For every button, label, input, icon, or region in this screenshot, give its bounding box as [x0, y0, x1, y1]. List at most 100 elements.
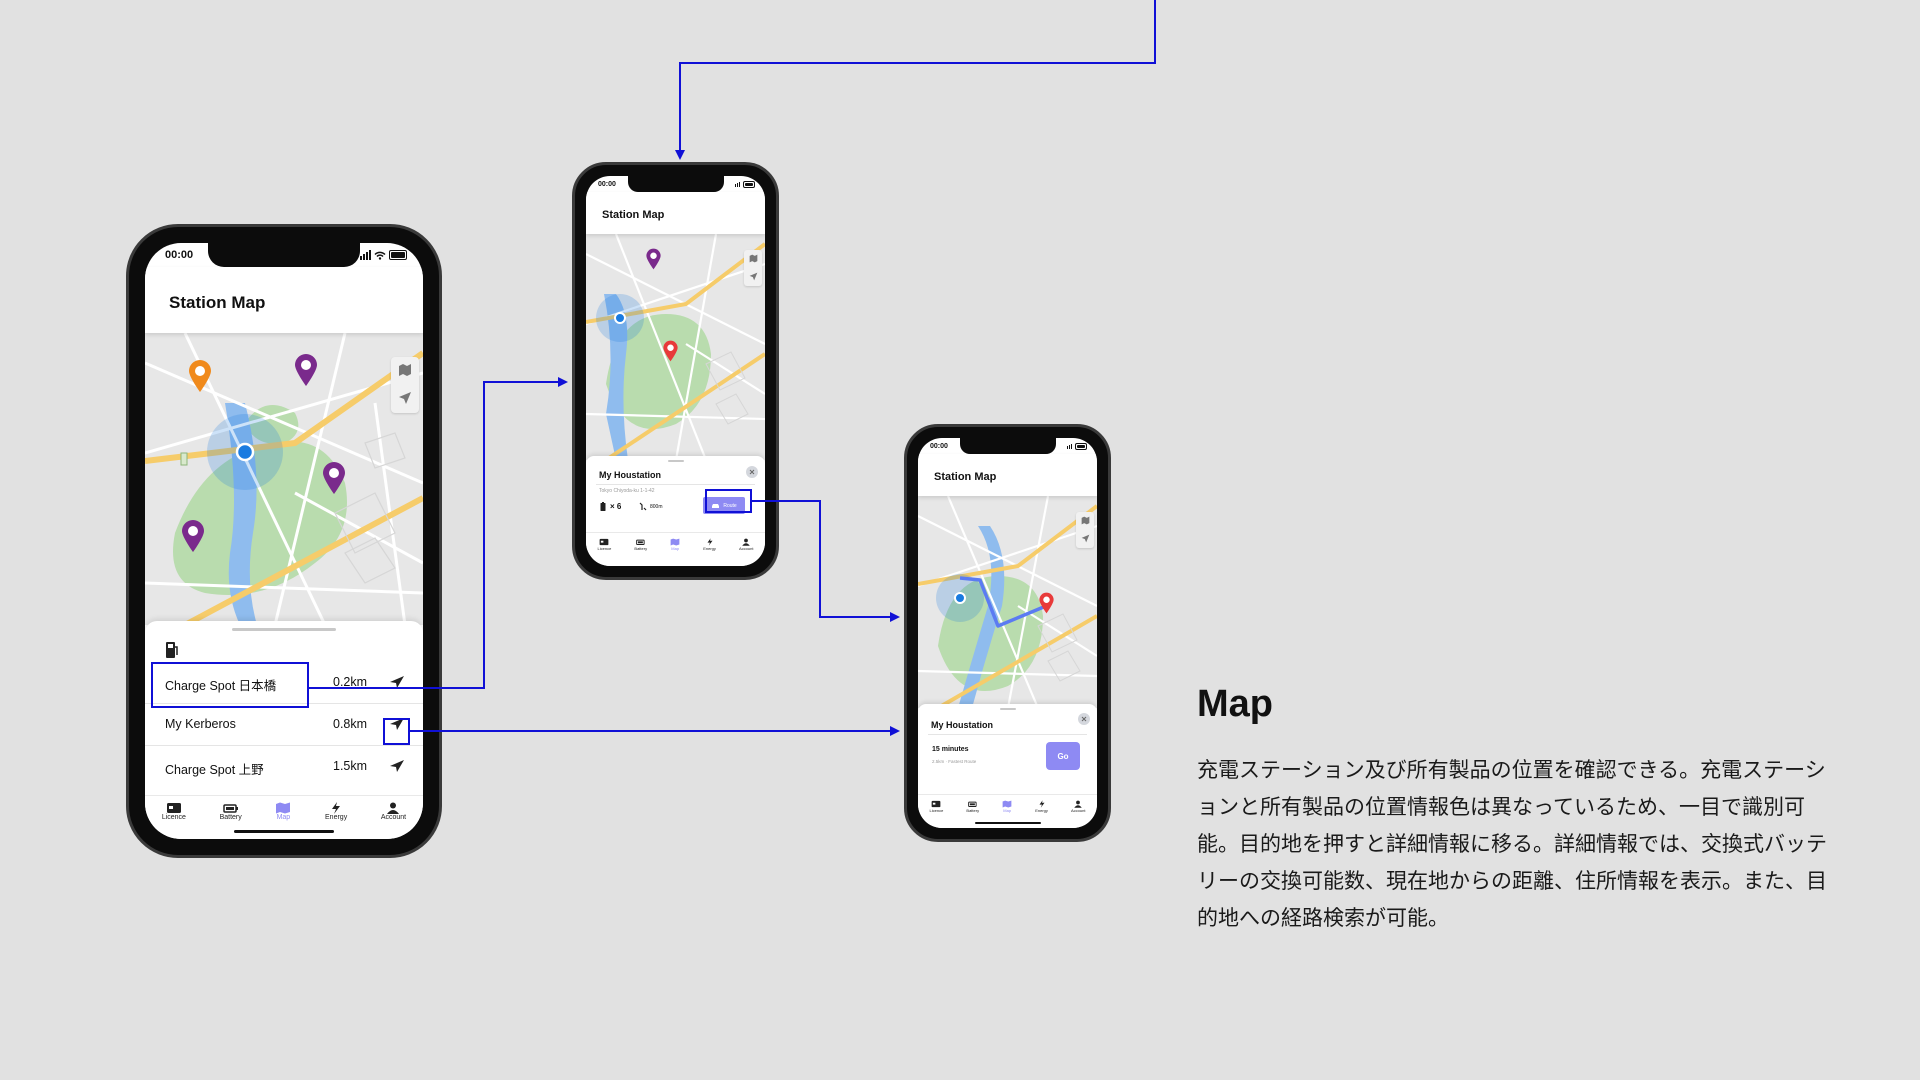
- divider: [928, 734, 1087, 735]
- go-button[interactable]: Go: [1046, 742, 1080, 770]
- licence-icon: [600, 538, 609, 546]
- app-bar: Station Map: [918, 454, 1097, 496]
- map-controls: [391, 357, 419, 413]
- map-tab-icon: [670, 538, 680, 546]
- app-bar: Station Map: [586, 192, 765, 234]
- phone-station-list: 00:00 Station Map Charge Spot 日本橋 0.2km …: [126, 224, 442, 858]
- highlight-route-button: [705, 489, 752, 513]
- signal-icon: [1067, 443, 1072, 449]
- tab-licence[interactable]: Licence: [597, 538, 612, 566]
- section-description: 充電ステーション及び所有製品の位置を確認できる。充電ステーションと所有製品の位置…: [1197, 759, 1827, 930]
- highlight-navigate-icon: [383, 718, 410, 745]
- locate-arrow-icon[interactable]: [1081, 534, 1090, 543]
- close-button[interactable]: [746, 466, 758, 478]
- signal-icon: [360, 250, 371, 260]
- highlight-station-item: [151, 662, 309, 708]
- tab-battery[interactable]: Battery: [220, 802, 242, 839]
- route-subinfo: 2.5km · Fastest Route: [932, 759, 977, 764]
- tab-label: Battery: [634, 546, 648, 551]
- owned-product-pin[interactable]: [645, 248, 662, 270]
- station-distance: 1.5km: [333, 759, 368, 773]
- sheet-handle[interactable]: [232, 628, 336, 631]
- lightning-icon: [1039, 800, 1045, 808]
- tab-label: Map: [276, 814, 291, 821]
- station-distance: 0.8km: [333, 717, 368, 731]
- tab-map[interactable]: Map: [275, 802, 291, 839]
- tab-account[interactable]: Account: [381, 802, 406, 839]
- locate-arrow-icon[interactable]: [749, 272, 758, 281]
- tab-map[interactable]: Map: [670, 538, 680, 566]
- station-list-item[interactable]: My Kerberos 0.8km: [145, 703, 423, 746]
- tab-account[interactable]: Account: [1071, 800, 1085, 828]
- map-view[interactable]: [918, 496, 1097, 708]
- map-layers-icon[interactable]: [749, 254, 758, 263]
- navigate-icon[interactable]: [389, 759, 405, 773]
- status-bar: 00:00: [145, 243, 423, 267]
- locate-arrow-icon[interactable]: [398, 391, 412, 405]
- owned-product-pin[interactable]: [293, 353, 319, 387]
- status-time: 00:00: [930, 442, 948, 450]
- tab-label: Licence: [597, 546, 612, 551]
- station-pin-orange[interactable]: [187, 359, 213, 393]
- tab-battery[interactable]: Battery: [634, 538, 647, 566]
- distance-icon: [639, 502, 647, 511]
- battery-icon: [389, 250, 407, 260]
- tab-label: Account: [1071, 808, 1086, 813]
- app-bar: Station Map: [145, 267, 423, 333]
- connector-top: [675, 0, 1156, 160]
- map-layers-icon[interactable]: [398, 363, 412, 377]
- tab-account[interactable]: Account: [739, 538, 753, 566]
- account-icon: [1074, 800, 1082, 808]
- tab-label: Licence: [929, 808, 944, 813]
- account-icon: [742, 538, 750, 546]
- station-name: Charge Spot 上野: [165, 763, 264, 777]
- destination-pin[interactable]: [1038, 592, 1055, 614]
- page-title: Station Map: [602, 209, 665, 221]
- selected-station-pin[interactable]: [662, 340, 679, 362]
- status-bar: 00:00: [586, 176, 765, 192]
- tab-energy[interactable]: Energy: [703, 538, 716, 566]
- status-time: 00:00: [165, 249, 194, 261]
- station-detail-name: My Houstation: [599, 470, 661, 480]
- map-view[interactable]: [586, 234, 765, 460]
- tab-licence[interactable]: Licence: [162, 802, 186, 839]
- battery-icon: [1075, 442, 1087, 450]
- licence-icon: [166, 803, 181, 813]
- status-icons: [360, 250, 407, 260]
- route-sheet: My Houstation 15 minutes 2.5km · Fastest…: [918, 704, 1097, 796]
- station-distance: 800m: [650, 504, 663, 510]
- map-tab-icon: [276, 802, 291, 814]
- tab-label: Map: [671, 546, 680, 551]
- tab-licence[interactable]: Licence: [929, 800, 944, 828]
- tab-label: Battery: [219, 814, 242, 821]
- status-time: 00:00: [598, 180, 616, 188]
- tab-label: Licence: [161, 814, 186, 821]
- tab-bar: Licence Battery Map Energy Account: [586, 532, 765, 566]
- battery-count-icon: [600, 502, 606, 511]
- tab-energy[interactable]: Energy: [325, 802, 347, 839]
- station-distance: 0.2km: [333, 675, 368, 689]
- map-view[interactable]: [145, 333, 423, 625]
- sheet-handle[interactable]: [667, 460, 684, 462]
- navigate-icon[interactable]: [389, 675, 405, 689]
- sheet-handle[interactable]: [999, 708, 1016, 710]
- station-address: Tokyo Chiyoda-ku 1-1-42: [599, 488, 655, 494]
- battery-tab-icon: [222, 804, 238, 813]
- station-name: My Kerberos: [165, 717, 236, 731]
- battery-tab-icon: [635, 539, 645, 545]
- lightning-icon: [707, 538, 713, 546]
- owned-product-pin[interactable]: [180, 519, 206, 553]
- close-icon: [749, 469, 755, 475]
- close-button[interactable]: [1078, 713, 1090, 725]
- phone-station-detail: 00:00 Station Map My Houstation Tokyo Ch…: [572, 162, 779, 580]
- map-controls: [744, 250, 762, 286]
- tab-label: Energy: [325, 814, 348, 821]
- battery-icon: [743, 180, 755, 188]
- station-list-item[interactable]: Charge Spot 上野 1.5km: [145, 745, 423, 787]
- screen: 00:00 Station Map: [918, 438, 1097, 828]
- owned-product-pin[interactable]: [321, 461, 347, 495]
- page-title: Station Map: [934, 471, 997, 483]
- map-layers-icon[interactable]: [1081, 516, 1090, 525]
- account-icon: [387, 802, 400, 814]
- tab-label: Energy: [703, 546, 716, 551]
